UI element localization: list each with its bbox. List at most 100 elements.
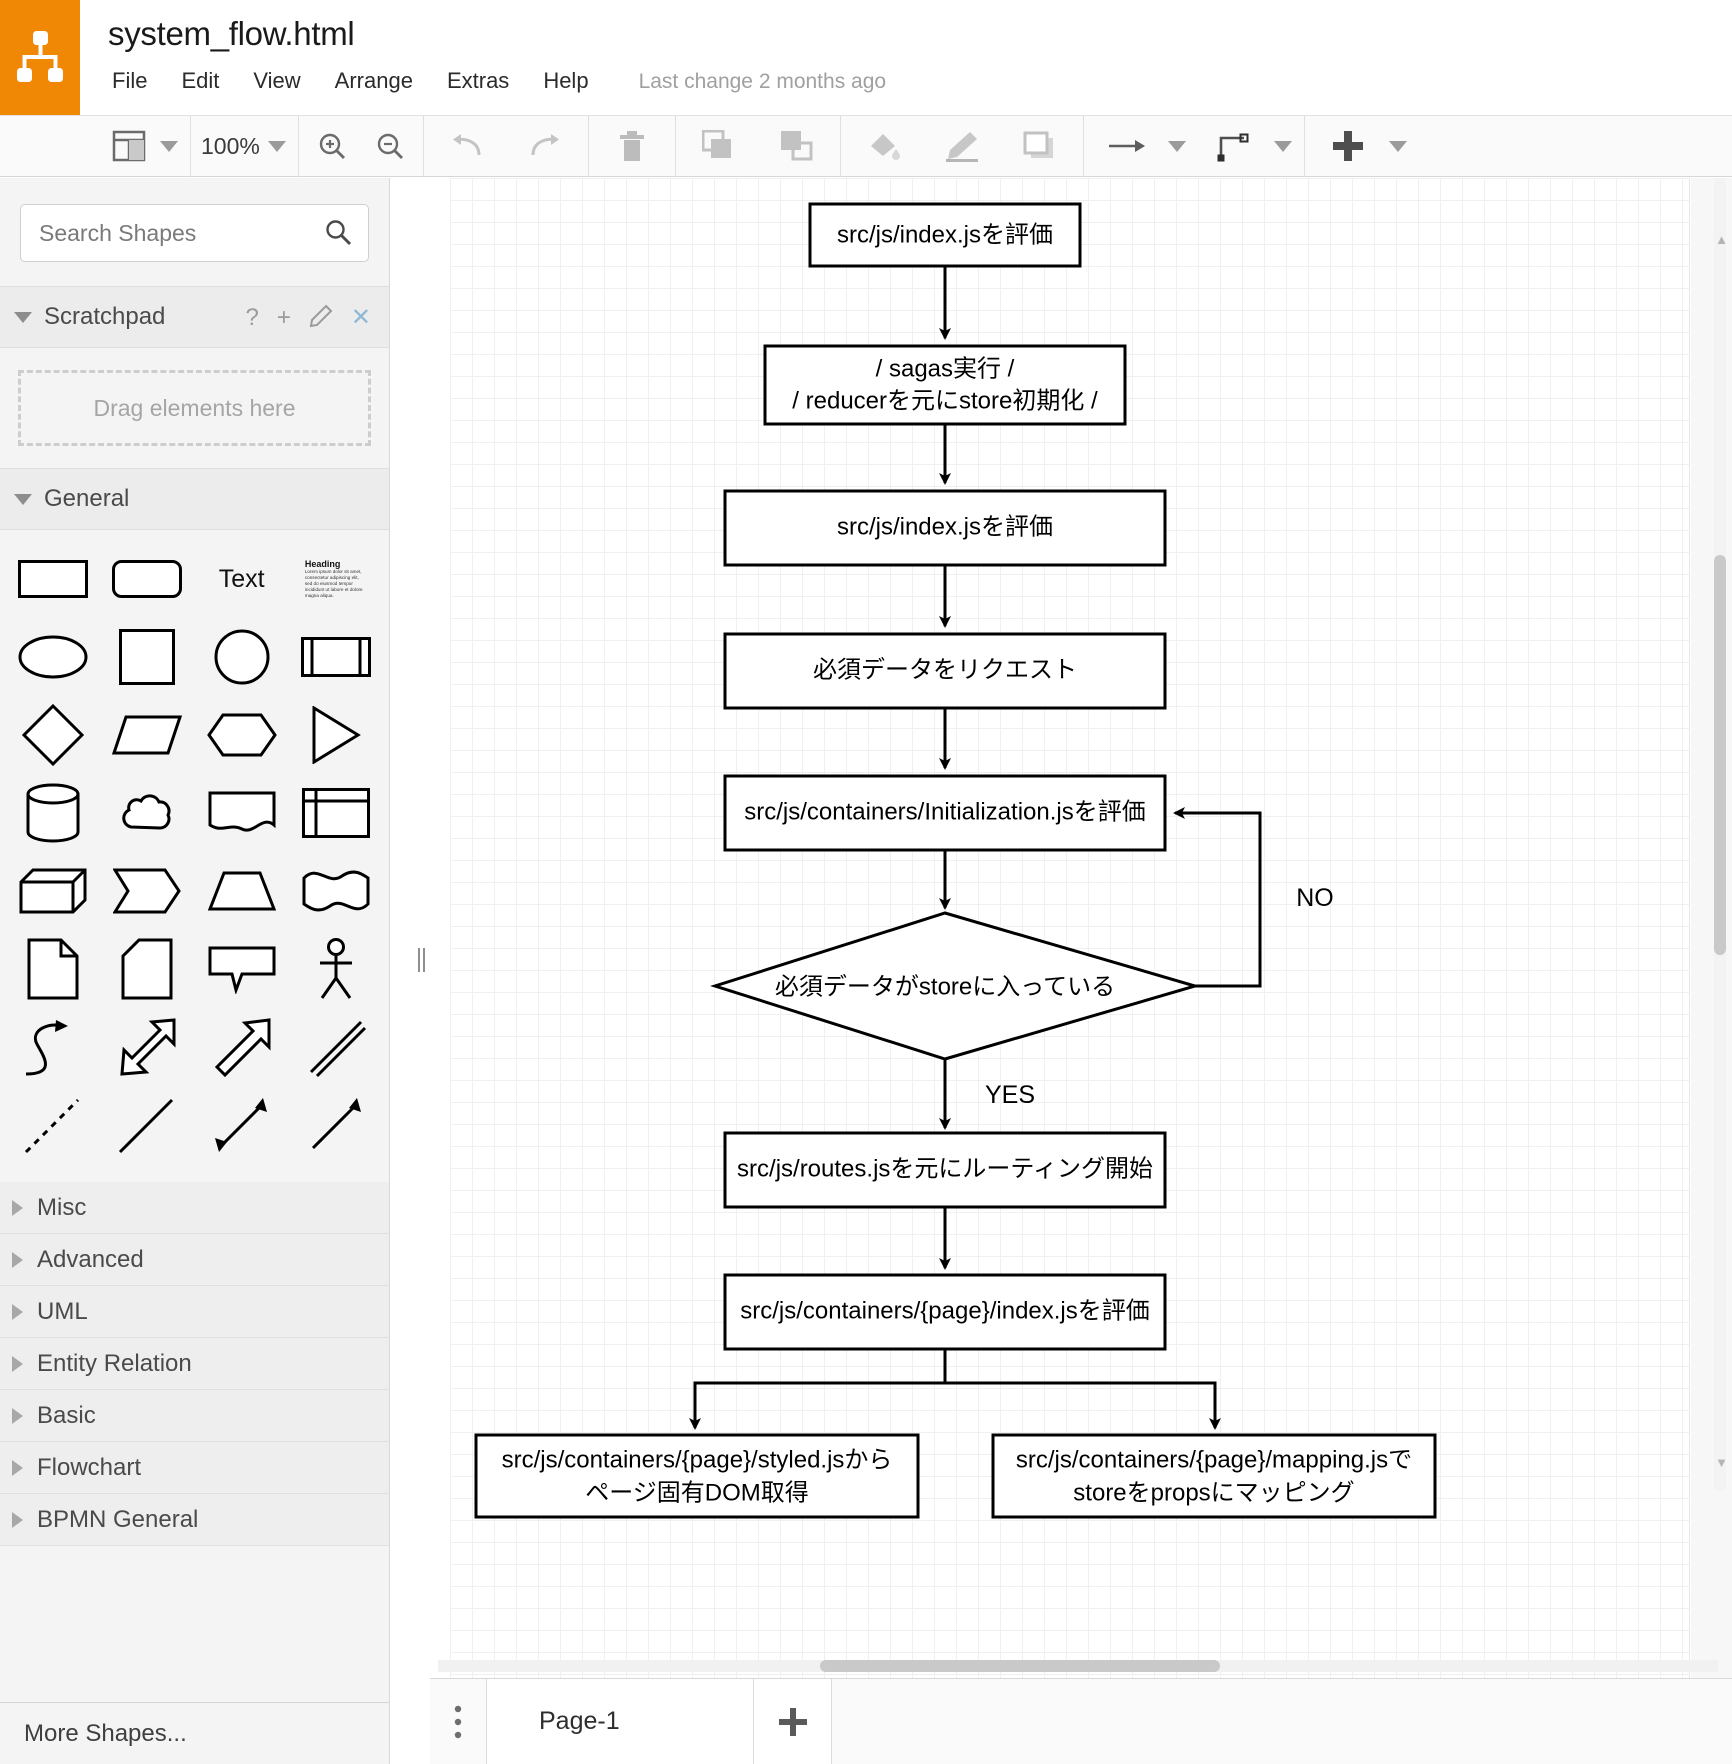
menu-view[interactable]: View — [253, 66, 318, 96]
shadow-button[interactable] — [1001, 121, 1079, 171]
shape-directional-arrow[interactable] — [289, 1086, 383, 1164]
flow-node-n1[interactable]: src/js/index.jsを評価 — [808, 202, 1082, 268]
line-color-button[interactable] — [923, 121, 1001, 171]
flow-node-n7[interactable]: src/js/routes.jsを元にルーティング開始 — [723, 1131, 1167, 1209]
shape-curve[interactable] — [6, 1008, 100, 1086]
diagram-canvas[interactable]: src/js/index.jsを評価 / sagas実行 / / reducer… — [450, 178, 1732, 1678]
flow-node-n8[interactable]: src/js/containers/{page}/index.jsを評価 — [723, 1273, 1167, 1351]
sidebar-category-bpmn-general[interactable]: BPMN General — [0, 1494, 389, 1546]
waypoint-caret-icon[interactable] — [1273, 140, 1292, 152]
undo-button[interactable] — [428, 121, 506, 171]
scratchpad-dropzone[interactable]: Drag elements here — [18, 370, 371, 446]
sidebar-splitter-handle[interactable] — [414, 945, 428, 975]
menu-help[interactable]: Help — [543, 66, 606, 96]
sidebar-category-basic[interactable]: Basic — [0, 1390, 389, 1442]
zoom-in-button[interactable] — [303, 121, 361, 171]
redo-button[interactable] — [506, 121, 584, 171]
flow-node-n3[interactable]: src/js/index.jsを評価 — [723, 489, 1167, 567]
shape-rounded-rectangle[interactable] — [100, 540, 194, 618]
view-layout-caret-icon[interactable] — [160, 140, 178, 152]
plus-icon[interactable]: + — [277, 306, 291, 330]
sidebar-category-flowchart[interactable]: Flowchart — [0, 1442, 389, 1494]
sidebar-category-uml[interactable]: UML — [0, 1286, 389, 1338]
search-shapes-box[interactable] — [20, 204, 369, 262]
shape-document[interactable] — [195, 774, 289, 852]
shape-ellipse[interactable] — [6, 618, 100, 696]
scroll-up-icon[interactable]: ▲ — [1715, 232, 1728, 247]
view-layout-button[interactable] — [100, 121, 158, 171]
search-input[interactable] — [21, 219, 368, 247]
chevron-down-icon — [14, 493, 32, 505]
shape-double-arrow[interactable] — [100, 1008, 194, 1086]
flow-node-n10[interactable]: src/js/containers/{page}/mapping.jsで sto… — [991, 1433, 1437, 1519]
flow-node-n2-label-line1: / sagas実行 / — [876, 355, 1015, 382]
shape-plain-line[interactable] — [100, 1086, 194, 1164]
connection-caret-icon[interactable] — [1167, 140, 1186, 152]
shape-textbox[interactable]: Heading Lorem ipsum dolor sit amet, cons… — [289, 540, 383, 618]
menu-file[interactable]: File — [112, 66, 165, 96]
connection-arrow-button[interactable] — [1088, 121, 1166, 171]
flow-node-n4[interactable]: 必須データをリクエスト — [723, 632, 1167, 710]
shape-process[interactable] — [289, 618, 383, 696]
chevron-right-icon — [12, 1199, 23, 1216]
shape-tape[interactable] — [289, 852, 383, 930]
flow-node-n5[interactable]: src/js/containers/Initialization.jsを評価 — [723, 774, 1167, 852]
insert-button[interactable] — [1309, 121, 1387, 171]
scratchpad-section-header[interactable]: Scratchpad ? + ✕ — [0, 286, 389, 348]
canvas-vertical-scrollbar-thumb[interactable] — [1714, 555, 1726, 955]
sidebar-category-advanced[interactable]: Advanced — [0, 1234, 389, 1286]
shape-callout[interactable] — [195, 930, 289, 1008]
close-icon[interactable]: ✕ — [351, 306, 371, 330]
shape-hexagon[interactable] — [195, 696, 289, 774]
shape-note[interactable] — [6, 930, 100, 1008]
shape-single-arrow[interactable] — [195, 1008, 289, 1086]
shape-dashed-line[interactable] — [6, 1086, 100, 1164]
zoom-out-button[interactable] — [361, 121, 419, 171]
flow-node-n2[interactable]: / sagas実行 / / reducerを元にstore初期化 / — [763, 344, 1127, 426]
shape-text[interactable]: Text — [195, 540, 289, 618]
shape-square[interactable] — [100, 618, 194, 696]
shape-diamond[interactable] — [6, 696, 100, 774]
shape-card[interactable] — [100, 930, 194, 1008]
flow-node-n9[interactable]: src/js/containers/{page}/styled.jsから ページ… — [474, 1433, 920, 1519]
shape-circle[interactable] — [195, 618, 289, 696]
menu-extras[interactable]: Extras — [447, 66, 527, 96]
canvas-horizontal-scrollbar-thumb[interactable] — [820, 1660, 1220, 1672]
shape-cylinder[interactable] — [6, 774, 100, 852]
page-menu-button[interactable] — [430, 1679, 486, 1764]
shape-trapezoid[interactable] — [195, 852, 289, 930]
shape-cloud[interactable] — [100, 774, 194, 852]
sidebar-category-misc[interactable]: Misc — [0, 1182, 389, 1234]
flow-edge-n8-n10 — [943, 1349, 1221, 1430]
add-page-button[interactable] — [754, 1678, 832, 1764]
shape-cube[interactable] — [6, 852, 100, 930]
shape-bidirectional-arrow[interactable] — [195, 1086, 289, 1164]
shape-link[interactable] — [289, 1008, 383, 1086]
menu-arrange[interactable]: Arrange — [335, 66, 431, 96]
page-tab-page-1[interactable]: Page-1 — [486, 1678, 754, 1764]
sidebar-category-entity-relation[interactable]: Entity Relation — [0, 1338, 389, 1390]
flow-node-n6[interactable]: 必須データがstoreに入っている — [710, 911, 1201, 1061]
general-section-header[interactable]: General — [0, 468, 389, 530]
send-to-back-button[interactable] — [758, 121, 836, 171]
zoom-level-label[interactable]: 100% — [195, 133, 266, 160]
shape-step[interactable] — [100, 852, 194, 930]
more-shapes-button[interactable]: More Shapes... — [0, 1702, 389, 1764]
bring-to-front-button[interactable] — [680, 121, 758, 171]
shape-triangle[interactable] — [289, 696, 383, 774]
shape-parallelogram[interactable] — [100, 696, 194, 774]
scroll-down-icon[interactable]: ▼ — [1715, 1455, 1728, 1470]
waypoint-button[interactable] — [1194, 121, 1272, 171]
drawio-logo[interactable] — [0, 0, 80, 115]
shape-rectangle[interactable] — [6, 540, 100, 618]
shape-internal-storage[interactable] — [289, 774, 383, 852]
question-icon[interactable]: ? — [246, 306, 259, 330]
menu-edit[interactable]: Edit — [181, 66, 237, 96]
pencil-icon[interactable] — [309, 304, 333, 333]
zoom-level-caret-icon[interactable] — [267, 140, 286, 152]
fill-color-button[interactable] — [845, 121, 923, 171]
delete-button[interactable] — [593, 121, 671, 171]
insert-caret-icon[interactable] — [1388, 140, 1407, 152]
shape-actor[interactable] — [289, 930, 383, 1008]
category-label: Basic — [37, 1401, 96, 1429]
